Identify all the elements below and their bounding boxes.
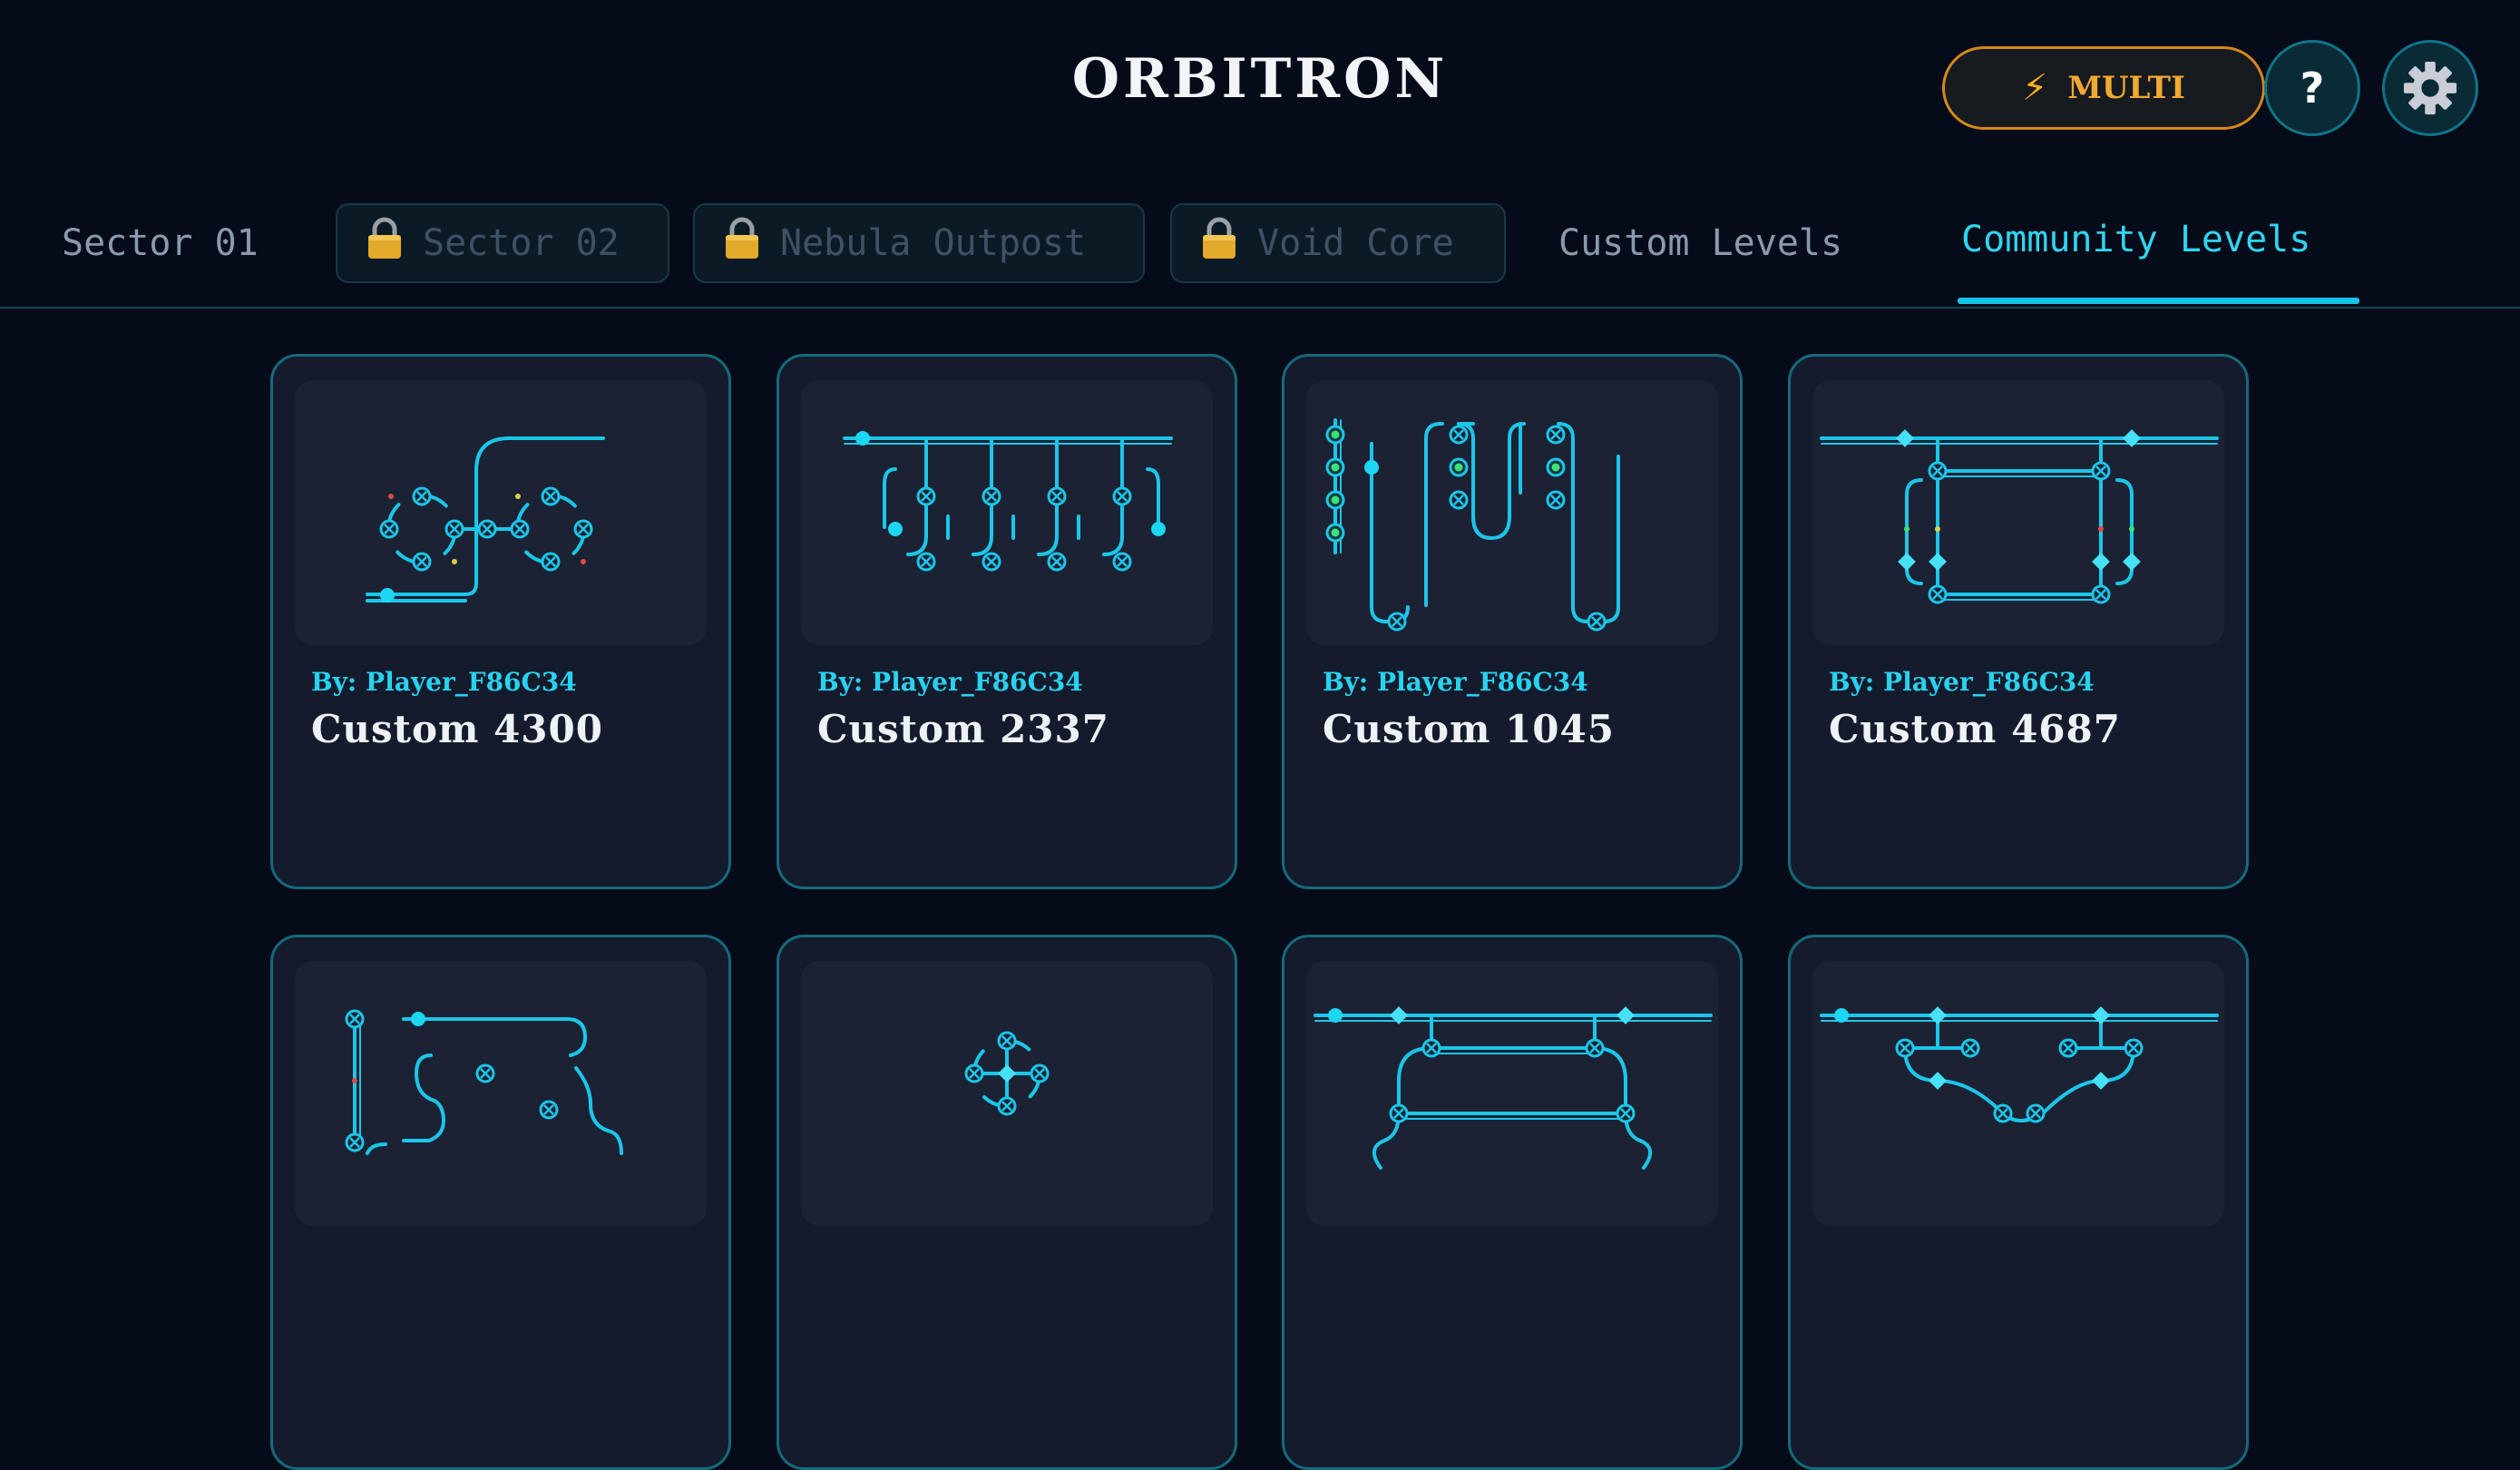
tab-custom-levels[interactable]: Custom Levels [1558,203,1842,283]
level-author: By: Player_F86C34 [1323,667,1588,697]
tab-nebula-outpost[interactable]: Nebula Outpost [693,203,1145,283]
level-preview [801,961,1213,1226]
level-card[interactable] [1788,935,2249,1470]
level-card[interactable]: By: Player_F86C34 Custom 4687 [1788,354,2249,889]
tab-label: Nebula Outpost [780,222,1087,264]
lightning-bolt-icon: ⚡ [2022,67,2048,109]
level-preview [1306,380,1718,645]
tab-sector-01[interactable]: Sector 01 [62,203,259,283]
level-name: Custom 2337 [817,707,1109,751]
lock-icon [1199,217,1239,270]
level-author: By: Player_F86C34 [817,667,1083,697]
tab-community-levels[interactable]: Community Levels [1961,200,2310,279]
tab-label: Sector 01 [62,222,259,264]
level-preview [295,380,707,645]
level-preview [1812,380,2224,645]
level-preview [801,380,1213,645]
level-card[interactable]: By: Player_F86C34 Custom 4300 [270,354,731,889]
level-name: Custom 4300 [311,707,603,751]
tab-label: Void Core [1257,222,1454,264]
level-card[interactable] [777,935,1237,1470]
level-card[interactable]: By: Player_F86C34 Custom 1045 [1282,354,1743,889]
multiplayer-button[interactable]: ⚡ MULTI [1942,46,2265,130]
level-tabs: Sector 01 Sector 02 Nebula Outpost Void … [0,198,2520,307]
tab-label: Sector 02 [423,222,620,264]
tab-label: Community Levels [1961,219,2311,260]
level-card[interactable] [1282,935,1743,1470]
help-button[interactable]: ? [2264,40,2360,136]
level-name: Custom 4687 [1829,707,2121,751]
level-preview [295,961,707,1226]
level-card[interactable] [270,935,731,1470]
tab-sector-02[interactable]: Sector 02 [336,203,669,283]
level-preview [1306,961,1718,1226]
level-name: Custom 1045 [1323,707,1615,751]
gear-icon [2403,61,2457,115]
level-author: By: Player_F86C34 [1829,667,2095,697]
tab-void-core[interactable]: Void Core [1170,203,1506,283]
level-author: By: Player_F86C34 [311,667,577,697]
lock-icon [722,217,762,270]
multiplayer-label: MULTI [2067,70,2185,106]
settings-button[interactable] [2382,40,2478,136]
tabs-divider [0,307,2520,309]
lock-icon [365,217,405,270]
level-preview [1812,961,2224,1226]
active-tab-indicator [1958,298,2359,304]
tab-label: Custom Levels [1558,222,1843,264]
level-card[interactable]: By: Player_F86C34 Custom 2337 [777,354,1237,889]
